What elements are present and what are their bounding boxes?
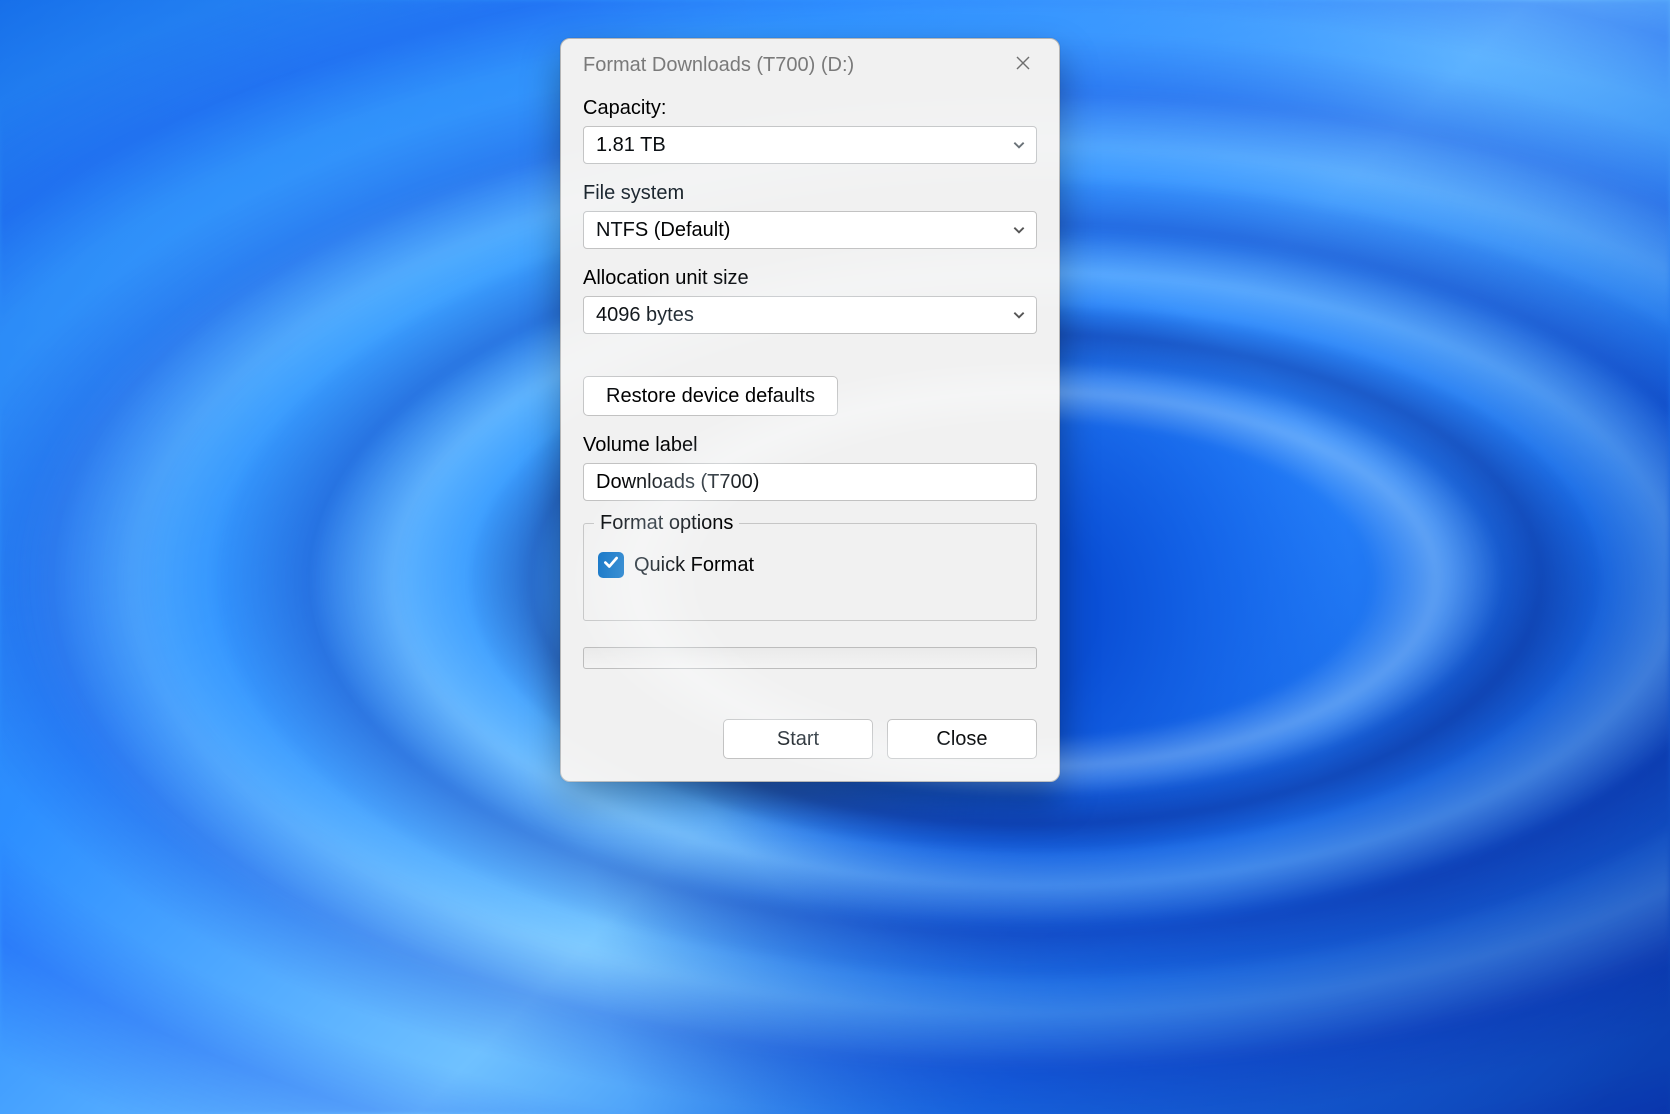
format-options-legend: Format options [594,512,739,535]
volume-label-input[interactable]: Downloads (T700) [583,463,1037,501]
start-button[interactable]: Start [723,719,873,759]
format-progress-bar [583,647,1037,669]
titlebar: Format Downloads (T700) (D:) [561,39,1059,91]
chevron-down-icon [1012,223,1026,237]
capacity-label: Capacity: [583,97,1037,120]
format-options-group: Format options Quick Format [583,523,1037,621]
window-title: Format Downloads (T700) (D:) [583,54,997,77]
allocation-unit-size-value: 4096 bytes [596,304,694,326]
capacity-select[interactable]: 1.81 TB [583,126,1037,164]
file-system-value: NTFS (Default) [596,219,730,241]
allocation-unit-size-label: Allocation unit size [583,267,1037,290]
format-dialog: Format Downloads (T700) (D:) Capacity: 1… [560,38,1060,782]
file-system-label: File system [583,182,1037,205]
dialog-footer: Start Close [583,719,1037,759]
quick-format-row: Quick Format [598,552,1022,578]
window-close-button[interactable] [997,39,1049,91]
quick-format-checkbox[interactable] [598,552,624,578]
restore-device-defaults-button[interactable]: Restore device defaults [583,376,838,416]
volume-label-label: Volume label [583,434,1037,457]
close-icon [1015,55,1031,76]
dialog-body: Capacity: 1.81 TB File system NTFS (Defa… [561,91,1059,781]
chevron-down-icon [1012,308,1026,322]
close-button[interactable]: Close [887,719,1037,759]
checkmark-icon [602,553,620,577]
file-system-select[interactable]: NTFS (Default) [583,211,1037,249]
desktop-background: Format Downloads (T700) (D:) Capacity: 1… [0,0,1670,1114]
allocation-unit-size-select[interactable]: 4096 bytes [583,296,1037,334]
quick-format-label: Quick Format [634,554,754,577]
chevron-down-icon [1012,138,1026,152]
capacity-value: 1.81 TB [596,134,666,156]
